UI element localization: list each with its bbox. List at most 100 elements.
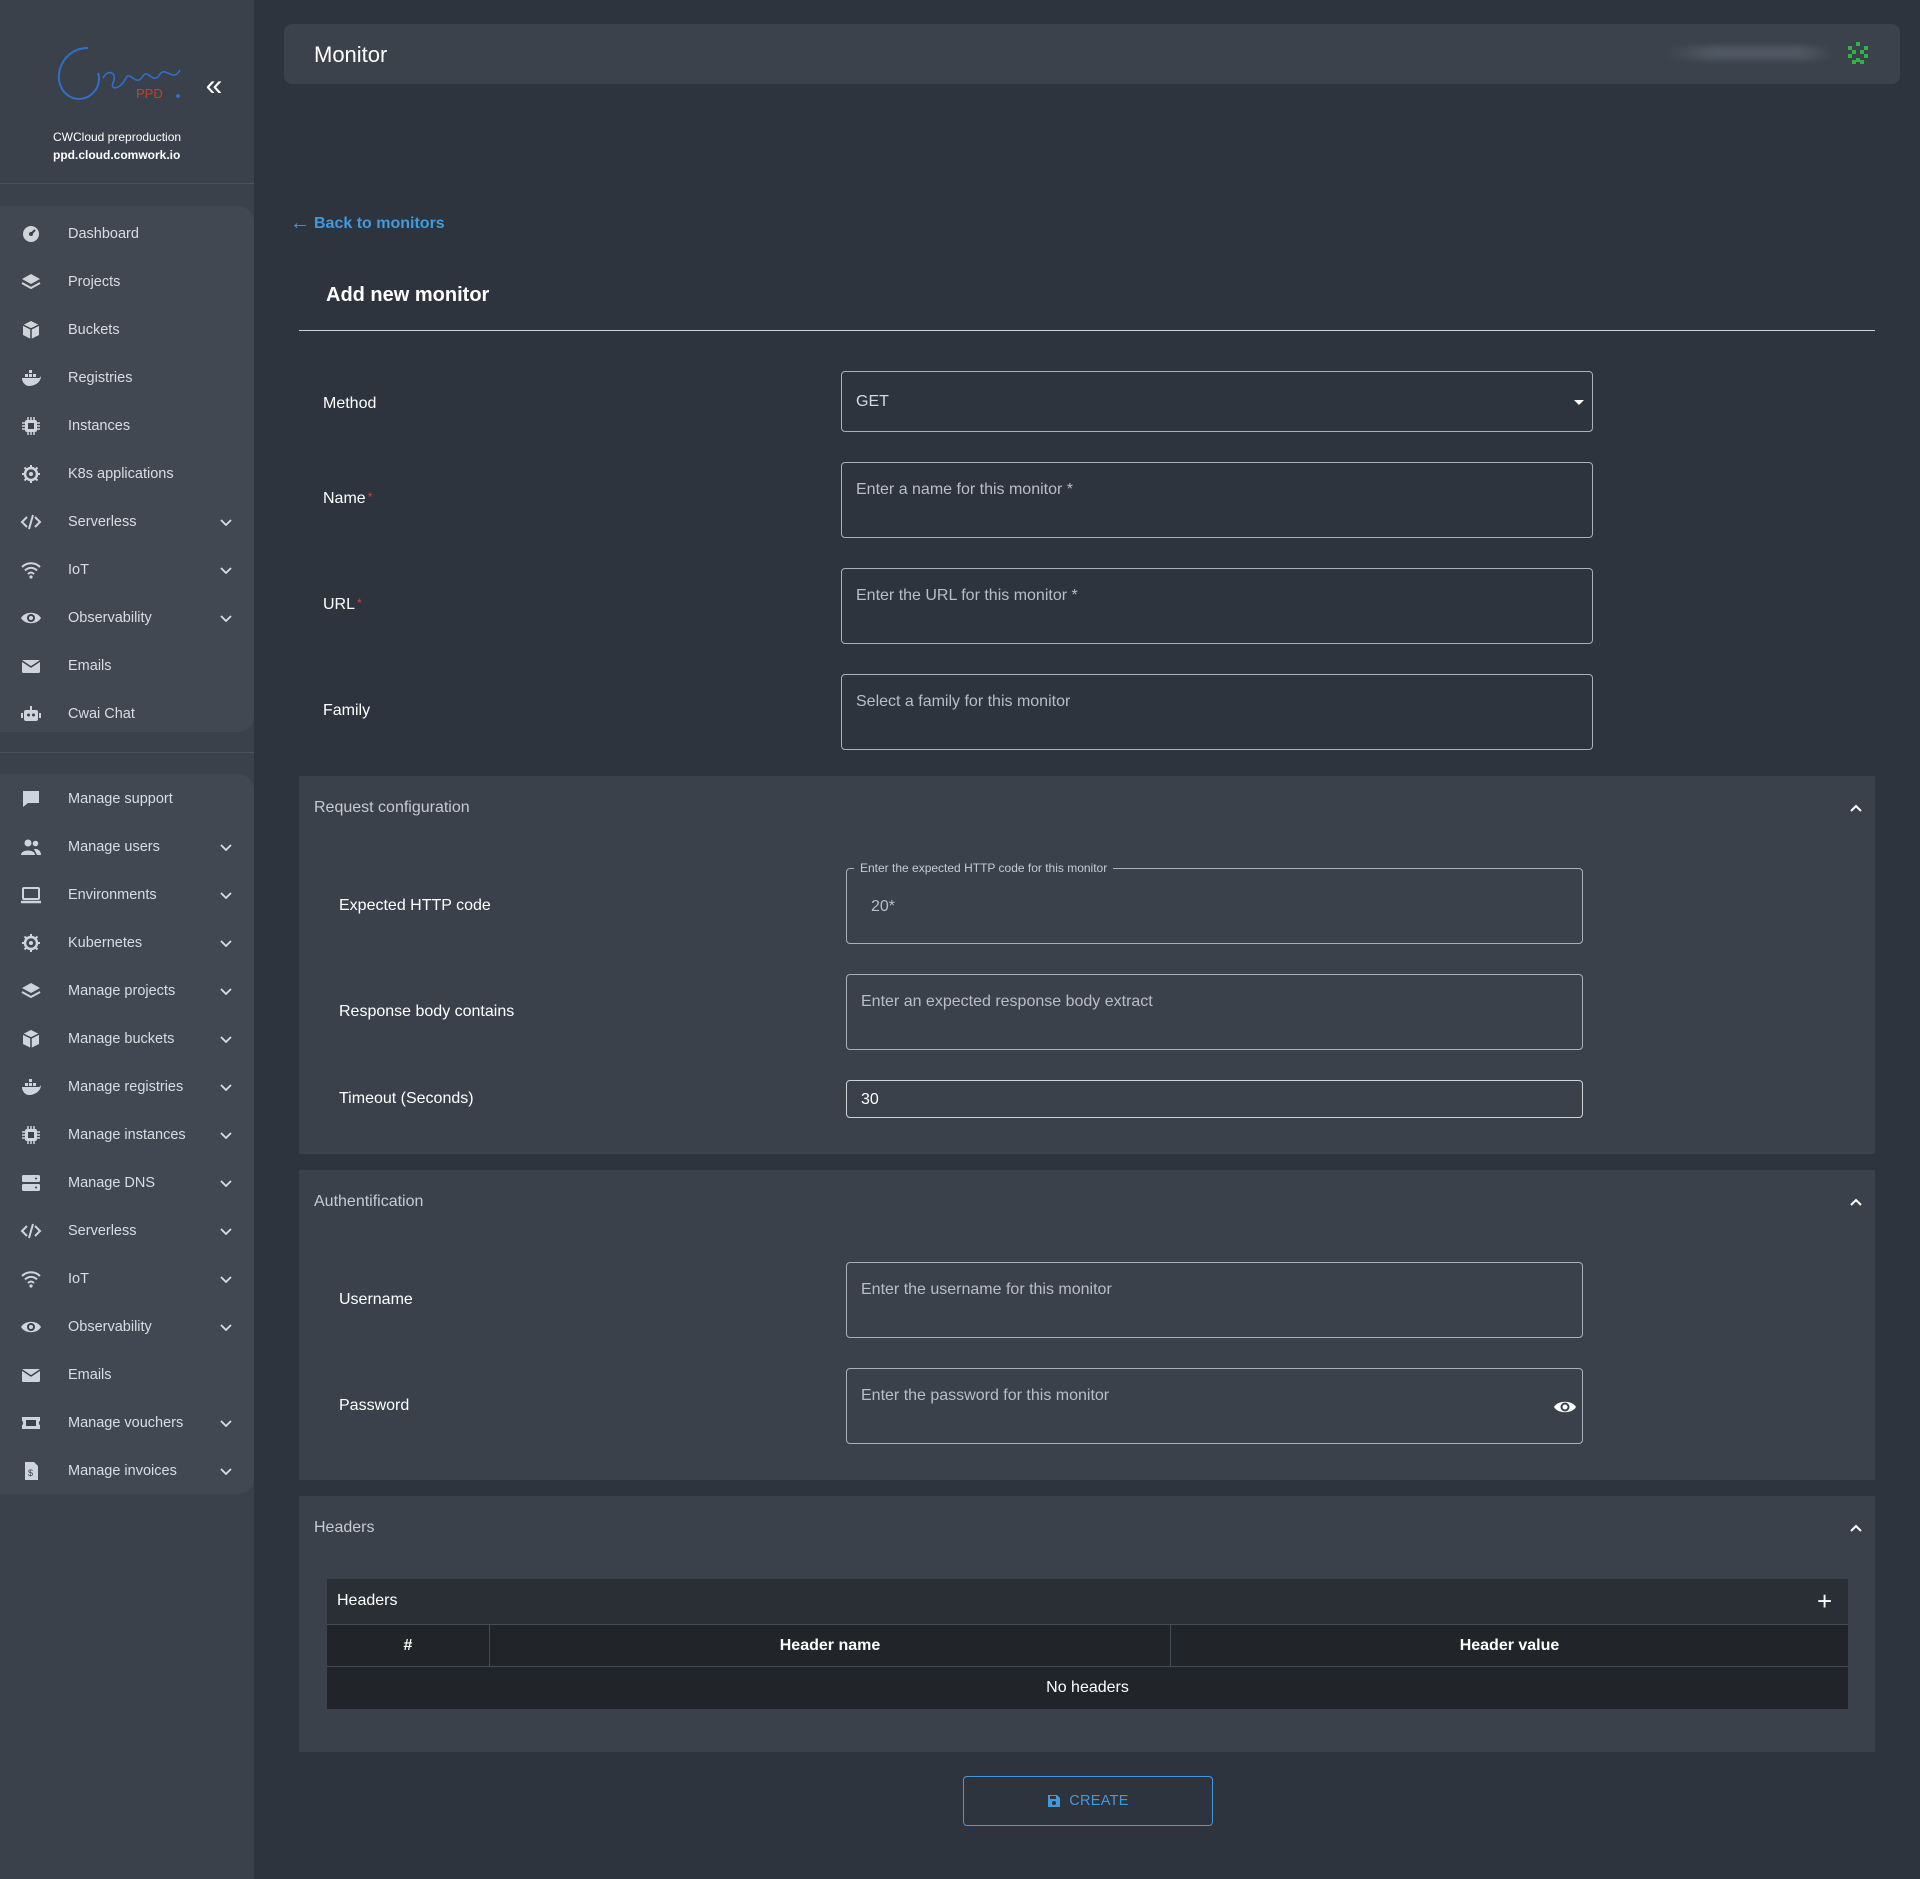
layers-icon	[20, 271, 42, 293]
sidebar-item-emails[interactable]: Emails	[0, 1353, 254, 1397]
sidebar-item-instances[interactable]: Instances	[0, 404, 254, 448]
sidebar-item-label: Manage vouchers	[68, 1415, 184, 1431]
chevron-down-icon	[220, 940, 232, 948]
back-to-monitors-link[interactable]: ← Back to monitors	[290, 212, 445, 235]
page-title: Monitor	[314, 42, 388, 67]
sidebar-item-environments[interactable]: Environments	[0, 873, 254, 917]
avatar-icon[interactable]	[1844, 40, 1872, 68]
sidebar-divider	[0, 752, 254, 753]
nav-group-main: Dashboard Projects Buckets Registries Instan…	[0, 206, 254, 732]
chevron-down-icon	[220, 1276, 232, 1284]
comwork-logo[interactable]: PPD	[48, 28, 188, 108]
auth-panel: Authentification Username Enter the user…	[299, 1170, 1875, 1480]
sidebar-item-manage-support[interactable]: Manage support	[0, 777, 254, 821]
back-link-label: Back to monitors	[314, 214, 445, 232]
sidebar-item-manage-registries[interactable]: Manage registries	[0, 1065, 254, 1109]
column-header-value: Header value	[1459, 1637, 1560, 1654]
collapse-sidebar-button[interactable]: «	[200, 71, 228, 102]
body-contains-label: Response body contains	[339, 1003, 515, 1020]
sidebar-item-label: Manage DNS	[68, 1175, 156, 1191]
sidebar-item-manage-users[interactable]: Manage users	[0, 825, 254, 869]
timeout-input[interactable]: 30	[846, 1080, 1583, 1118]
laptop-icon	[20, 884, 42, 906]
top-bar: Monitor	[284, 24, 1900, 84]
headers-table-title: Headers	[337, 1592, 398, 1609]
envelope-icon	[20, 655, 42, 677]
create-button-label: CREATE	[1069, 1793, 1129, 1809]
method-value: GET	[856, 392, 889, 410]
code-icon	[20, 511, 42, 533]
timeout-value: 30	[861, 1091, 879, 1108]
nav-group-admin: Manage support Manage users Environments Ku…	[0, 774, 254, 1494]
expected-code-input[interactable]: 20*	[846, 868, 1583, 944]
body-contains-input[interactable]: Enter an expected response body extract	[846, 974, 1583, 1050]
url-label: URL *	[323, 596, 362, 614]
sidebar-item-projects[interactable]: Projects	[0, 260, 254, 304]
sidebar-item-label: IoT	[68, 562, 89, 578]
docker-icon	[20, 1076, 42, 1098]
sidebar-item-manage-dns[interactable]: Manage DNS	[0, 1161, 254, 1205]
layers-icon	[20, 980, 42, 1002]
sidebar-item-label: IoT	[68, 1271, 89, 1287]
chevron-down-icon	[220, 1132, 232, 1140]
envelope-icon	[20, 1364, 42, 1386]
sidebar-item-label: Projects	[68, 274, 121, 290]
sidebar-item-cwai-chat[interactable]: Cwai Chat	[0, 692, 254, 736]
sidebar-item-emails[interactable]: Emails	[0, 644, 254, 688]
create-button[interactable]: CREATE	[963, 1776, 1213, 1826]
sidebar-item-manage-invoices[interactable]: $ Manage invoices	[0, 1449, 254, 1493]
chevron-up-icon[interactable]	[1847, 1194, 1865, 1212]
url-label-text: URL	[323, 596, 356, 613]
sidebar-item-manage-instances[interactable]: Manage instances	[0, 1113, 254, 1157]
sidebar-item-observability[interactable]: Observability	[0, 596, 254, 640]
arrow-left-icon: ←	[290, 212, 310, 234]
sidebar-item-registries[interactable]: Registries	[0, 356, 254, 400]
chevron-down-icon	[220, 1084, 232, 1092]
sidebar-item-manage-projects[interactable]: Manage projects	[0, 969, 254, 1013]
url-input[interactable]: Enter the URL for this monitor *	[841, 568, 1593, 644]
password-input[interactable]: Enter the password for this monitor	[846, 1368, 1583, 1444]
chevron-up-icon[interactable]	[1847, 1520, 1865, 1538]
family-select[interactable]: Select a family for this monitor	[841, 674, 1593, 750]
user-name-blurred	[1664, 46, 1834, 60]
wifi-icon	[20, 559, 42, 581]
sidebar-item-serverless[interactable]: Serverless	[0, 1209, 254, 1253]
env-name: CWCloud preproduction	[53, 130, 182, 144]
eye-icon	[20, 607, 42, 629]
column-header-index: #	[327, 1625, 490, 1667]
timeout-label: Timeout (Seconds)	[339, 1090, 474, 1107]
sidebar-item-observability[interactable]: Observability	[0, 1305, 254, 1349]
username-input[interactable]: Enter the username for this monitor	[846, 1262, 1583, 1338]
sidebar-item-label: Kubernetes	[68, 935, 143, 951]
sidebar-item-manage-vouchers[interactable]: Manage vouchers	[0, 1401, 254, 1445]
sidebar-item-iot[interactable]: IoT	[0, 1257, 254, 1301]
chevron-up-icon[interactable]	[1847, 800, 1865, 818]
sidebar-item-manage-buckets[interactable]: Manage buckets	[0, 1017, 254, 1061]
chevron-down-icon	[220, 1468, 232, 1476]
sidebar-item-k8s-applications[interactable]: K8s applications	[0, 452, 254, 496]
password-placeholder: Enter the password for this monitor	[861, 1387, 1110, 1404]
chat-icon	[20, 788, 42, 810]
chip-icon	[20, 415, 42, 437]
method-select[interactable]: GET	[841, 371, 1593, 432]
show-password-eye-icon[interactable]	[1553, 1395, 1577, 1419]
sidebar-item-kubernetes[interactable]: Kubernetes	[0, 921, 254, 965]
robot-icon	[20, 703, 42, 725]
body-contains-placeholder: Enter an expected response body extract	[861, 993, 1153, 1010]
sidebar-item-label: Dashboard	[68, 226, 139, 242]
expected-code-legend: Enter the expected HTTP code for this mo…	[854, 861, 1114, 875]
sidebar-item-label: Manage invoices	[68, 1463, 177, 1479]
name-input[interactable]: Enter a name for this monitor *	[841, 462, 1593, 538]
title-divider	[299, 330, 1875, 331]
sidebar-item-dashboard[interactable]: Dashboard	[0, 212, 254, 256]
username-label: Username	[339, 1291, 413, 1308]
helm-icon	[20, 463, 42, 485]
add-header-plus-icon[interactable]: +	[1817, 1587, 1832, 1615]
request-config-panel: Request configuration Expected HTTP code…	[299, 776, 1875, 1154]
sidebar-item-serverless[interactable]: Serverless	[0, 500, 254, 544]
sidebar-item-buckets[interactable]: Buckets	[0, 308, 254, 352]
family-placeholder: Select a family for this monitor	[856, 693, 1071, 710]
sidebar-item-label: Buckets	[68, 322, 120, 338]
sidebar-item-iot[interactable]: IoT	[0, 548, 254, 592]
sidebar: PPD « CWCloud preproduction ppd.cloud.co…	[0, 0, 254, 1879]
